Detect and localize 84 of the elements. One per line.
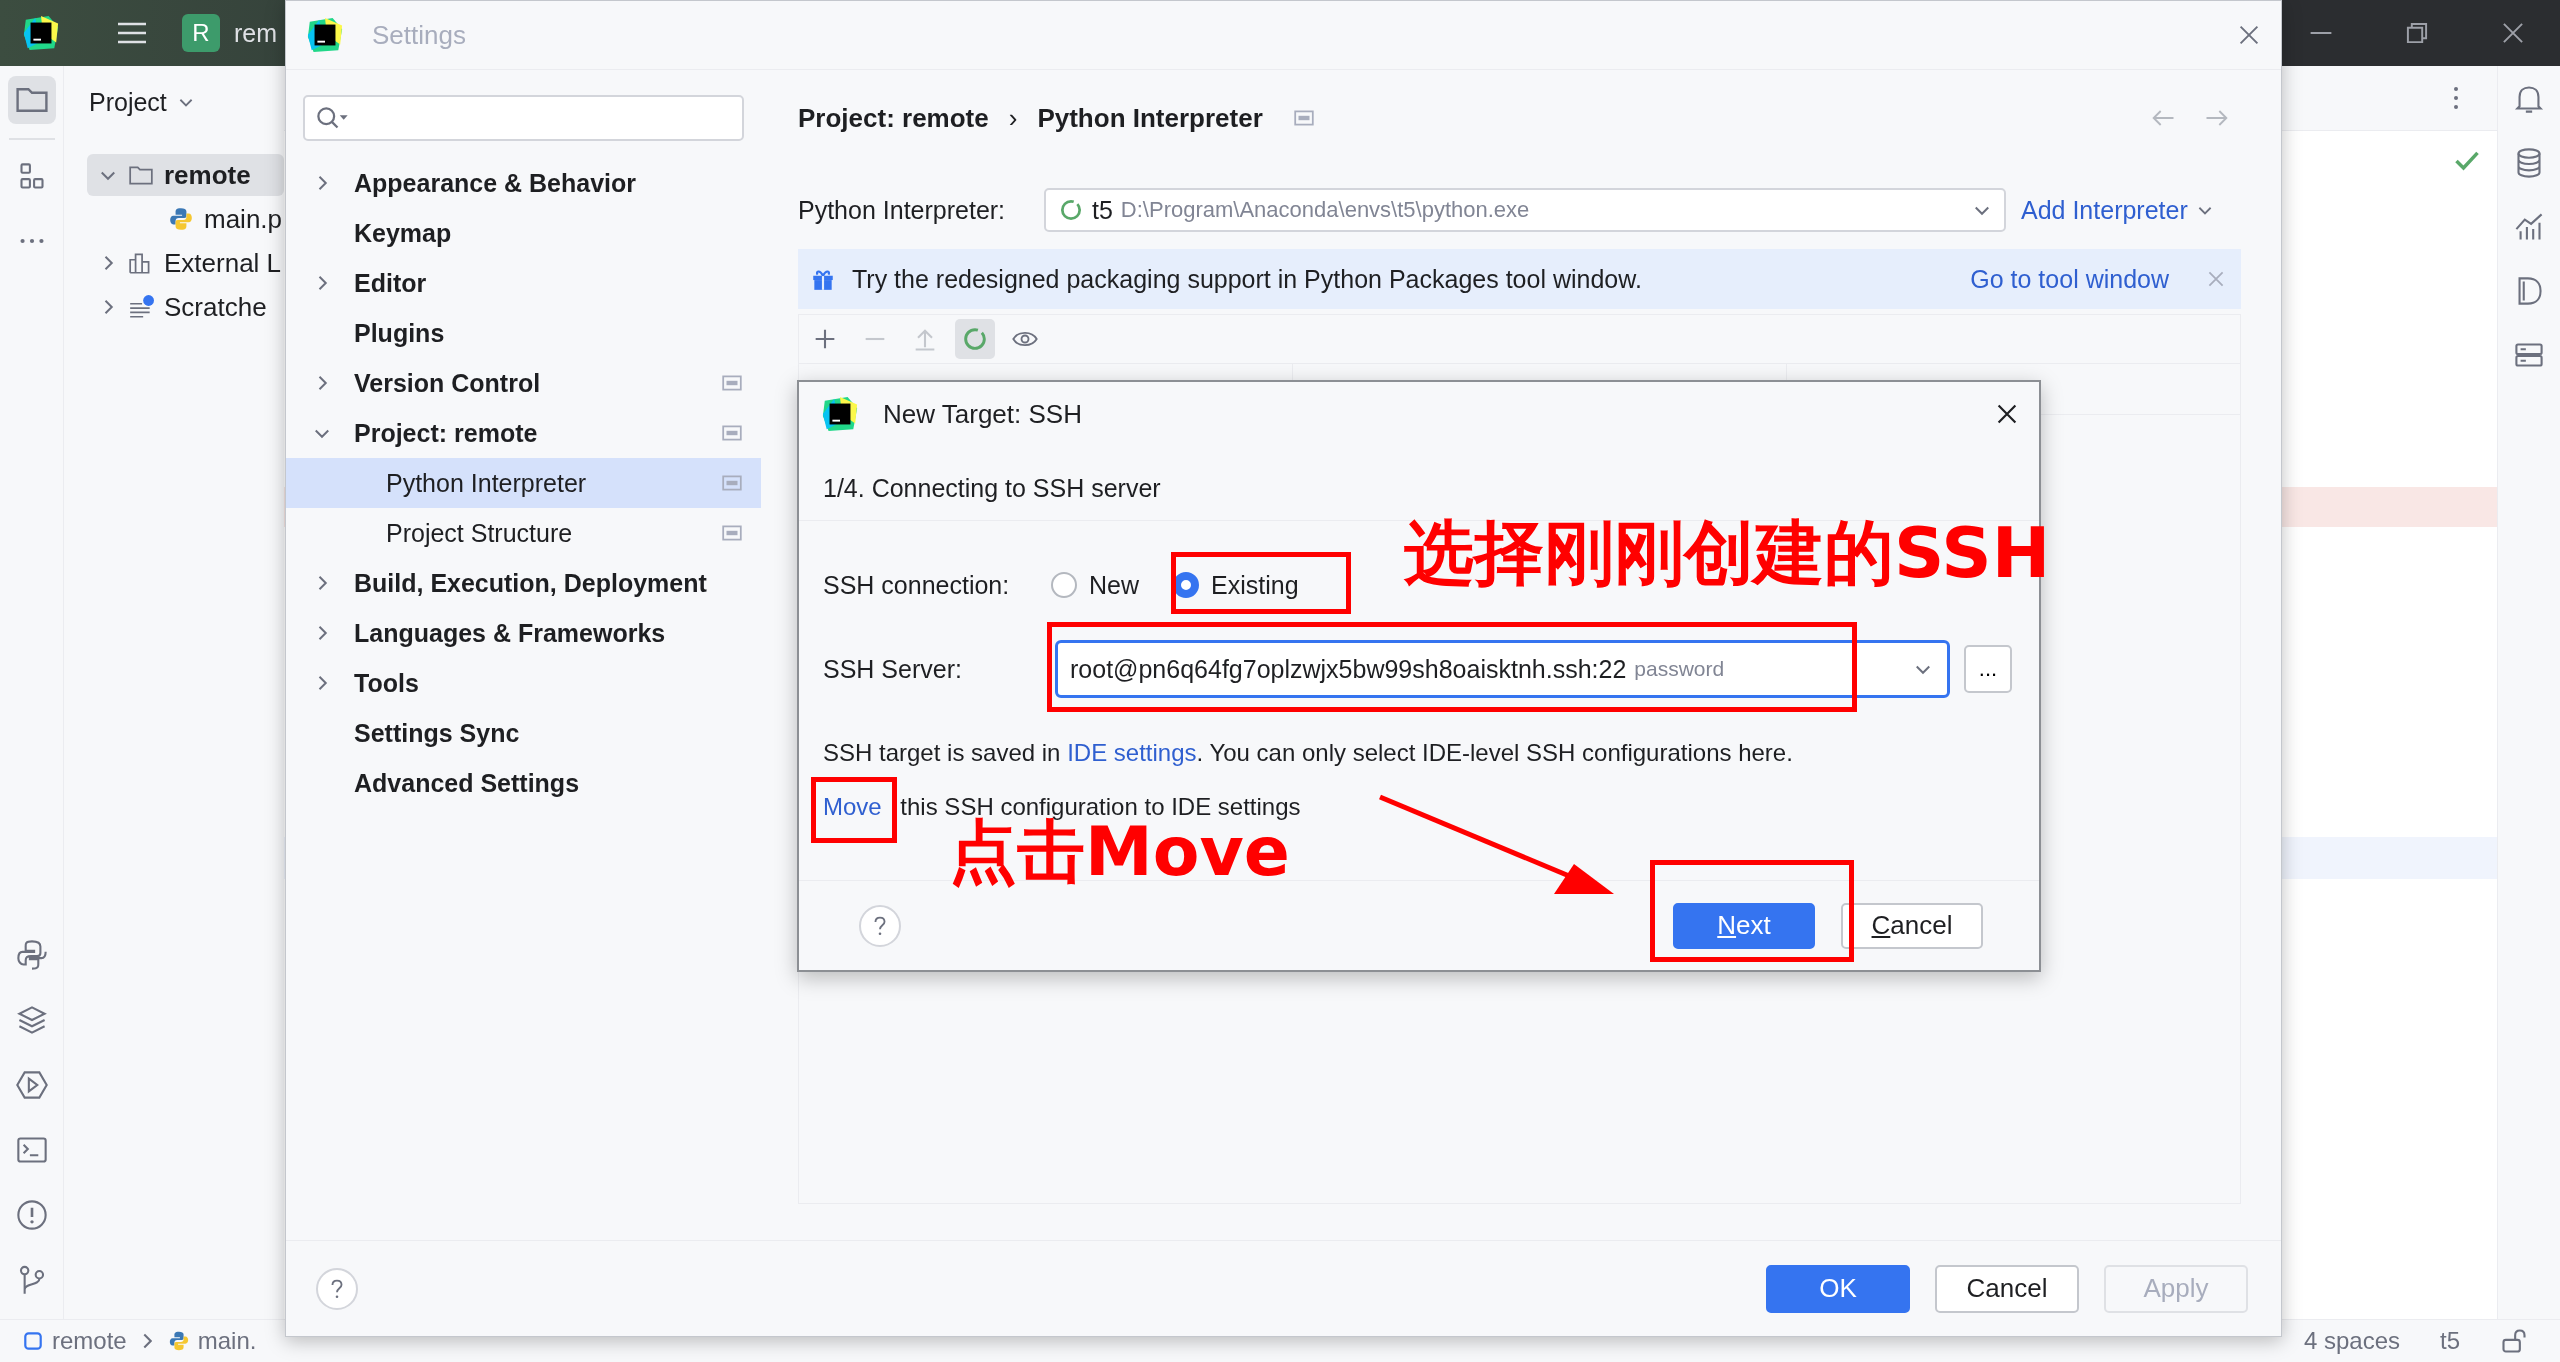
nav-label: Appearance & Behavior (354, 168, 637, 198)
search-field[interactable] (303, 95, 744, 141)
ssh-server-dropdown[interactable]: root@pn6q64fg7oplzwjx5bw99sh8oaisktnh.ssh:22 password (1055, 640, 1950, 698)
nav-label: Project: remote (354, 418, 538, 448)
app-logo-icon (22, 14, 60, 52)
cancel-button[interactable]: Cancel (1935, 1264, 2079, 1313)
nav-item[interactable]: Appearance & Behavior (286, 158, 761, 208)
tool-window-link[interactable]: Go to tool window (1970, 264, 2169, 294)
nav-item[interactable]: Version Control (286, 358, 761, 408)
project-name[interactable]: rem (234, 18, 278, 48)
radio-option[interactable]: New (1051, 570, 1139, 600)
breadcrumb-item[interactable]: remote (52, 1327, 127, 1355)
window-title: Settings (372, 19, 466, 51)
ide-settings-link[interactable]: IDE settings (1067, 739, 1197, 767)
tree-item[interactable]: main.p (64, 198, 284, 240)
nav-label: Tools (354, 668, 419, 698)
scratches-icon (128, 294, 154, 320)
close-icon[interactable] (1995, 402, 2019, 426)
next-button[interactable]: Next (1673, 902, 1815, 949)
info-text: SSH target is saved in IDE settings. You can only select IDE-level SSH configurations here. (822, 738, 1793, 769)
module-icon (22, 1330, 44, 1352)
nav-label: Version Control (354, 368, 541, 398)
nav-label: Python Interpreter (386, 468, 587, 498)
interpreter-setting[interactable]: t5 (2440, 1327, 2460, 1355)
step-text: 1/4. Connecting to SSH server (822, 472, 1162, 504)
help-button[interactable] (316, 1267, 358, 1310)
ok-button[interactable]: OK (1766, 1264, 1910, 1313)
cancel-button[interactable]: Cancel (1841, 902, 1983, 949)
radio-button[interactable] (1051, 572, 1077, 598)
breadcrumb-item: Python Interpreter (1037, 102, 1263, 134)
nav-item[interactable]: Languages & Frameworks (286, 608, 761, 658)
menu-icon[interactable] (116, 21, 148, 45)
help-button[interactable] (859, 904, 901, 947)
nav-item[interactable]: Plugins (286, 308, 761, 358)
annotation-text: 选择刚刚创建的SSH (1404, 518, 2051, 588)
radio-option[interactable]: Existing (1173, 570, 1299, 600)
python-file-icon (167, 1330, 190, 1352)
nav-label: Plugins (354, 318, 445, 348)
move-link[interactable]: Move (823, 793, 882, 821)
tree-item[interactable]: remote (87, 154, 284, 196)
nav-item[interactable]: Tools (286, 658, 761, 708)
nav-item[interactable]: Project Structure (286, 508, 761, 558)
tree-label: main.p (204, 203, 283, 235)
breadcrumb-item[interactable]: main. (197, 1327, 257, 1355)
nav-item[interactable]: Build, Execution, Deployment (286, 558, 761, 608)
breadcrumb-separator: › (1008, 102, 1018, 134)
nav-label: Settings Sync (354, 718, 520, 748)
nav-item[interactable]: Editor (286, 258, 761, 308)
field-label: SSH connection: (823, 570, 1011, 600)
dialog-title: New Target: SSH (883, 398, 1082, 430)
tree-label: Scratche (164, 291, 267, 323)
restore-icon[interactable] (2404, 20, 2430, 46)
folder-icon[interactable] (7, 76, 56, 124)
nav-item[interactable]: Project: remote (286, 408, 761, 458)
field-label: Python Interpreter: (798, 195, 1007, 225)
nav-label: Build, Execution, Deployment (354, 568, 707, 598)
tree-item[interactable]: Scratche (64, 286, 284, 328)
app-logo-icon (306, 16, 344, 54)
browse-button[interactable]: ... (1964, 645, 2012, 693)
tree-label: remote (164, 159, 251, 191)
nav-item[interactable]: Advanced Settings (286, 758, 761, 808)
lock-icon[interactable] (2500, 1327, 2528, 1355)
indent-setting[interactable]: 4 spaces (2303, 1327, 2400, 1355)
add-interpreter-link[interactable]: Add Interpreter (2021, 195, 2214, 225)
nav-label: Editor (354, 268, 427, 298)
tree-item[interactable]: External L (64, 242, 284, 284)
nav-item[interactable]: Keymap (286, 208, 761, 258)
panel-title[interactable]: Project (89, 87, 167, 117)
python-file-icon (168, 206, 194, 232)
nav-item[interactable]: Settings Sync (286, 708, 761, 758)
nav-label: Languages & Frameworks (354, 618, 666, 648)
breadcrumb-item: Project: remote (798, 102, 989, 134)
chevron-right-icon (142, 1333, 152, 1349)
interpreter-dropdown[interactable]: t5 D:\Program\Anaconda\envs\t5\python.exe (1044, 188, 2006, 232)
tree-label: External L (164, 247, 282, 279)
nav-label: Project Structure (386, 518, 573, 548)
project-badge: R (182, 14, 220, 52)
nav-label: Keymap (354, 218, 452, 248)
nav-item[interactable]: Python Interpreter (286, 458, 761, 508)
field-label: SSH Server: (823, 654, 963, 684)
nav-label: Advanced Settings (354, 768, 580, 798)
app-logo-icon (821, 395, 859, 433)
loading-icon (1058, 197, 1084, 223)
banner-text: Try the redesigned packaging support in Python Packages tool window. (852, 264, 1642, 294)
